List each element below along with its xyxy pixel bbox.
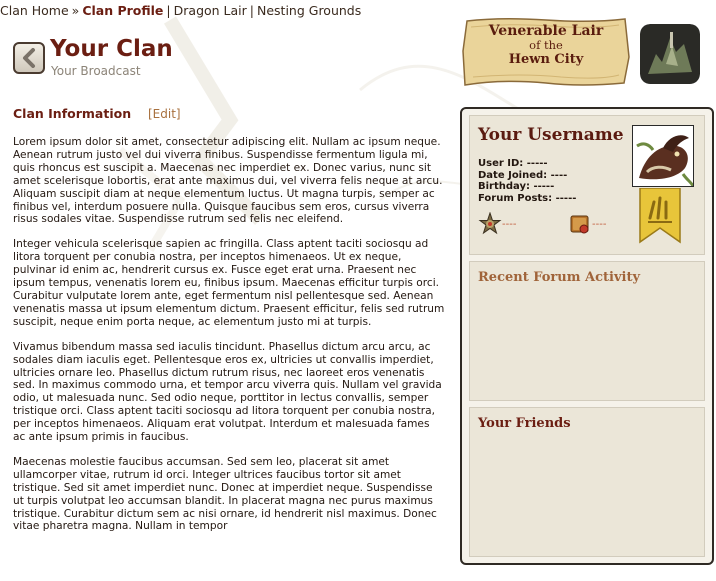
profile-panel: Your Username User ID: ----- Date Joined… [469,115,705,255]
page-title: Your Clan [50,36,173,62]
birthday-label: Birthday: [478,181,530,193]
medal-badge-value: ---- [502,219,517,230]
rank-ribbon-icon[interactable] [638,188,682,244]
clan-info-paragraph: Maecenas molestie faucibus accumsan. Sed… [13,455,437,533]
user-id-value: ----- [526,158,548,169]
clan-information-heading: Clan Information [13,106,132,121]
forum-posts-value: ----- [555,193,577,205]
clan-info-paragraph: Integer vehicula scelerisque sapien ac f… [13,238,445,328]
breadcrumb-nesting-grounds[interactable]: Nesting Grounds [257,3,361,18]
tome-badge-value: ---- [592,219,607,230]
clan-info-paragraph: Vivamus bibendum massa sed iaculis tinci… [13,340,442,444]
tome-icon[interactable] [568,212,592,236]
lair-name-line2: of the [529,38,563,52]
lair-banner: Venerable Lair of the Hewn City [461,17,631,87]
forum-posts-label: Forum Posts: [478,193,553,205]
chevron-left-icon [23,48,35,68]
lair-emblem-icon[interactable] [640,24,700,84]
star-medal-icon[interactable] [478,212,502,236]
friends-heading: Your Friends [478,416,571,431]
edit-clan-info-link[interactable]: [Edit] [148,107,181,121]
date-joined-value: ---- [550,169,568,181]
breadcrumb-separator: | [249,3,254,18]
profile-stats: User ID: ----- Date Joined: ---- Birthda… [478,158,576,205]
birthday-row: Birthday: ----- [478,181,576,193]
user-id-label: User ID: [478,158,524,169]
friends-panel: Your Friends [469,407,705,557]
birthday-value: ----- [533,181,555,193]
avatar[interactable] [632,125,694,187]
lair-name-line1: Venerable Lair [488,23,604,39]
user-id-row: User ID: ----- [478,158,576,170]
back-button[interactable] [13,42,45,74]
page-subtitle: Your Broadcast [51,64,141,78]
username[interactable]: Your Username [478,125,624,145]
breadcrumb-separator: | [166,3,171,18]
breadcrumb-separator: » [71,3,80,18]
profile-sidebar: Your Username User ID: ----- Date Joined… [460,107,714,565]
breadcrumb: Clan Home» Clan Profile | Dragon Lair | Nesti… [0,3,361,18]
recent-activity-heading: Recent Forum Activity [478,270,641,285]
clan-info-paragraph: Lorem ipsum dolor sit amet, consectetur … [13,136,443,226]
breadcrumb-clan-home[interactable]: Clan Home [0,3,69,18]
forum-posts-row: Forum Posts: ----- [478,193,576,205]
breadcrumb-clan-profile[interactable]: Clan Profile [82,3,163,18]
lair-name-line3: Hewn City [508,52,584,67]
breadcrumb-dragon-lair[interactable]: Dragon Lair [174,3,247,18]
clan-information-body: Lorem ipsum dolor sit amet, consectetur … [13,136,445,581]
date-joined-label: Date Joined: [478,169,548,181]
recent-activity-panel: Recent Forum Activity [469,261,705,401]
date-joined-row: Date Joined: ---- [478,170,576,182]
